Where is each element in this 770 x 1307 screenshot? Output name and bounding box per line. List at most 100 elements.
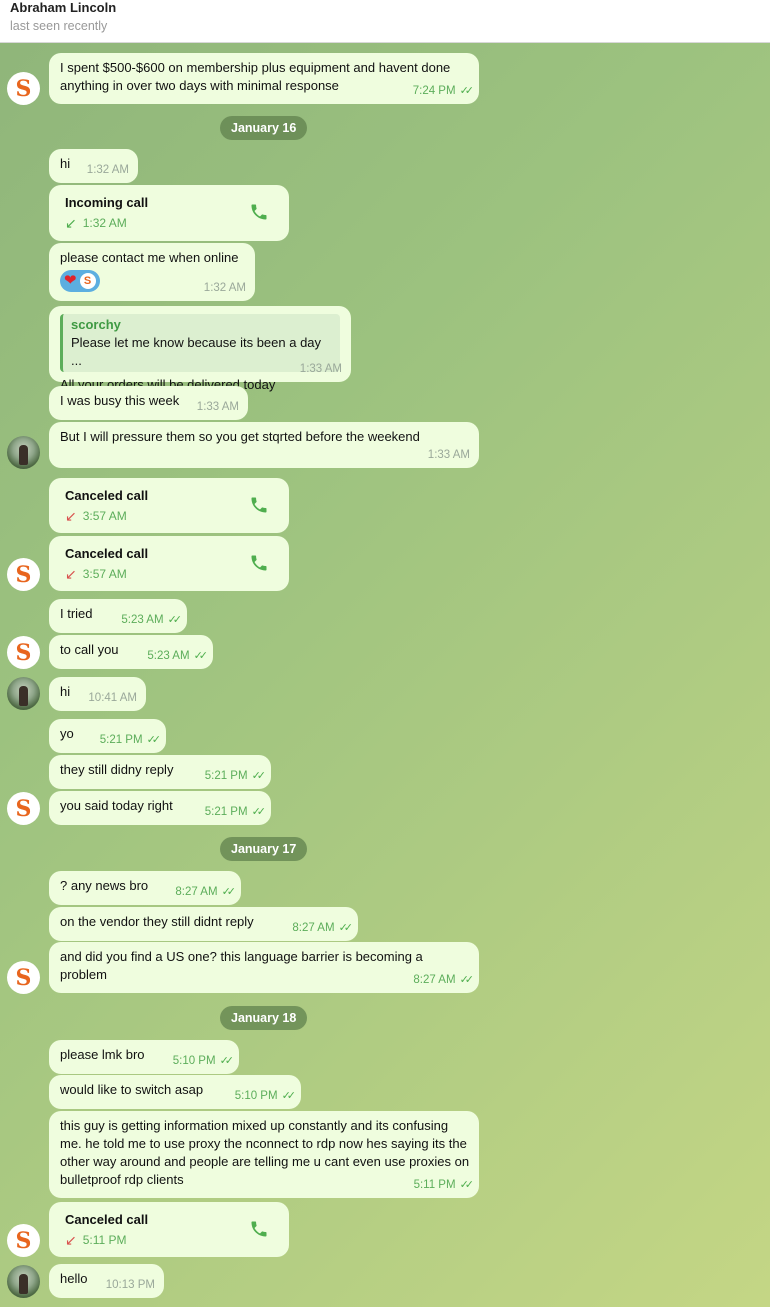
message-meta: 5:21 PM ✓✓: [100, 731, 162, 749]
message-bubble[interactable]: they still didny reply 5:21 PM ✓✓: [49, 755, 271, 789]
avatar[interactable]: S: [7, 558, 40, 591]
message-time: 5:23 AM: [147, 650, 190, 662]
message-bubble[interactable]: But I will pressure them so you get stqr…: [49, 422, 479, 468]
message-text: please contact me when online: [60, 250, 239, 265]
message-bubble[interactable]: hi 1:32 AM: [49, 149, 138, 183]
message-bubble[interactable]: I tried 5:23 AM ✓✓: [49, 599, 187, 633]
avatar-letter: S: [15, 795, 32, 822]
phone-icon[interactable]: [249, 202, 269, 222]
message-meta: 5:23 AM ✓✓: [121, 611, 182, 629]
avatar-letter: S: [15, 75, 32, 102]
message-meta: 10:41 AM: [88, 689, 137, 707]
avatar[interactable]: S: [7, 72, 40, 105]
message-bubble[interactable]: and did you find a US one? this language…: [49, 942, 479, 993]
avatar[interactable]: [7, 1265, 40, 1298]
message-bubble[interactable]: hello 10:13 PM: [49, 1264, 164, 1298]
message-bubble[interactable]: to call you 5:23 AM ✓✓: [49, 635, 213, 669]
message-time: 1:33 AM: [299, 363, 342, 375]
missed-arrow-icon: ↙: [65, 508, 77, 524]
message-time: 5:10 PM: [234, 1090, 278, 1102]
reply-text: Please let me know because its been a da…: [71, 335, 322, 368]
phone-icon[interactable]: [249, 1219, 269, 1239]
read-ticks-icon: ✓✓: [459, 85, 475, 97]
avatar[interactable]: [7, 436, 40, 469]
avatar[interactable]: S: [7, 792, 40, 825]
message-time: 8:27 AM: [292, 922, 335, 934]
call-title: Canceled call: [65, 488, 149, 503]
message-meta: 1:33 AM: [300, 360, 342, 378]
call-time: 3:57 AM: [82, 567, 127, 581]
message-list[interactable]: I spent $500-$600 on membership plus equ…: [0, 43, 770, 1307]
missed-arrow-icon: ↙: [65, 1232, 77, 1248]
message-meta: 10:13 PM: [106, 1276, 155, 1294]
call-time: 1:32 AM: [82, 216, 127, 230]
message-time: 7:24 PM: [412, 85, 456, 97]
message-bubble[interactable]: ? any news bro 8:27 AM ✓✓: [49, 871, 241, 905]
message-bubble[interactable]: this guy is getting information mixed up…: [49, 1111, 479, 1198]
date-separator: January 16: [220, 116, 308, 140]
reply-quote[interactable]: scorchy Please let me know because its b…: [60, 314, 340, 372]
avatar[interactable]: S: [7, 961, 40, 994]
message-time: 8:27 AM: [175, 886, 218, 898]
message-meta: 5:10 PM ✓✓: [234, 1087, 297, 1105]
message-bubble[interactable]: hi 10:41 AM: [49, 677, 146, 711]
message-bubble[interactable]: would like to switch asap 5:10 PM ✓✓: [49, 1075, 301, 1109]
reply-author: scorchy: [71, 317, 121, 332]
call-bubble[interactable]: Canceled call ↙ 5:11 PM: [49, 1202, 289, 1257]
heart-icon: ❤: [64, 272, 77, 289]
message-meta: 8:27 AM ✓✓: [292, 919, 354, 937]
message-time: 1:32 AM: [86, 164, 129, 176]
read-ticks-icon: ✓✓: [146, 734, 162, 746]
phone-icon[interactable]: [249, 553, 269, 573]
message-time: 5:23 AM: [121, 614, 164, 626]
message-meta: 8:27 AM ✓✓: [175, 883, 237, 901]
message-time: 1:33 AM: [196, 401, 239, 413]
contact-name[interactable]: Abraham Lincoln: [10, 0, 116, 15]
call-time: 5:11 PM: [82, 1233, 127, 1247]
read-ticks-icon: ✓✓: [251, 770, 267, 782]
date-separator: January 17: [220, 837, 308, 861]
reaction-pill[interactable]: ❤ S: [60, 270, 100, 292]
read-ticks-icon: ✓✓: [219, 1055, 235, 1067]
message-time: 5:10 PM: [172, 1055, 216, 1067]
message-bubble[interactable]: I was busy this week 1:33 AM: [49, 386, 248, 420]
message-bubble[interactable]: scorchy Please let me know because its b…: [49, 306, 351, 392]
phone-icon[interactable]: [249, 495, 269, 515]
message-bubble[interactable]: on the vendor they still didnt reply 8:2…: [49, 907, 358, 941]
avatar[interactable]: S: [7, 1224, 40, 1257]
call-bubble[interactable]: Canceled call ↙ 3:57 AM: [49, 478, 289, 533]
call-bubble[interactable]: Canceled call ↙ 3:57 AM: [49, 536, 289, 591]
message-meta: 1:32 AM: [87, 161, 129, 179]
call-time: 3:57 AM: [82, 509, 127, 523]
message-bubble[interactable]: you said today right 5:21 PM ✓✓: [49, 791, 271, 825]
message-time: 10:13 PM: [105, 1279, 155, 1291]
message-meta: 1:32 AM: [204, 279, 246, 297]
message-meta: 5:10 PM ✓✓: [172, 1052, 235, 1070]
read-ticks-icon: ✓✓: [459, 974, 475, 986]
call-title: Incoming call: [65, 195, 149, 210]
message-time: 5:11 PM: [413, 1179, 456, 1191]
message-bubble[interactable]: please contact me when online ❤ S 1:32 A…: [49, 243, 255, 301]
message-meta: 5:21 PM ✓✓: [204, 803, 267, 821]
date-separator: January 18: [220, 1006, 308, 1030]
missed-arrow-icon: ↙: [65, 566, 77, 582]
read-ticks-icon: ✓✓: [221, 886, 237, 898]
message-bubble[interactable]: yo 5:21 PM ✓✓: [49, 719, 166, 753]
message-bubble[interactable]: I spent $500-$600 on membership plus equ…: [49, 53, 479, 104]
message-time: 5:21 PM: [204, 806, 248, 818]
message-bubble[interactable]: please lmk bro 5:10 PM ✓✓: [49, 1040, 239, 1074]
incoming-arrow-icon: ↙: [65, 215, 77, 231]
read-ticks-icon: ✓✓: [251, 806, 267, 818]
call-bubble[interactable]: Incoming call ↙ 1:32 AM: [49, 185, 289, 241]
message-meta: 7:24 PM ✓✓: [412, 82, 475, 100]
reactor-avatar: S: [79, 273, 96, 289]
read-ticks-icon: ✓✓: [281, 1090, 297, 1102]
read-ticks-icon: ✓✓: [338, 922, 354, 934]
message-text: I spent $500-$600 on membership plus equ…: [60, 60, 451, 93]
chat-header[interactable]: Abraham Lincoln last seen recently: [0, 0, 770, 43]
avatar[interactable]: [7, 677, 40, 710]
message-time: 8:27 AM: [413, 974, 456, 986]
message-meta: 1:33 AM: [428, 446, 470, 464]
avatar[interactable]: S: [7, 636, 40, 669]
message-time: 5:21 PM: [204, 770, 248, 782]
